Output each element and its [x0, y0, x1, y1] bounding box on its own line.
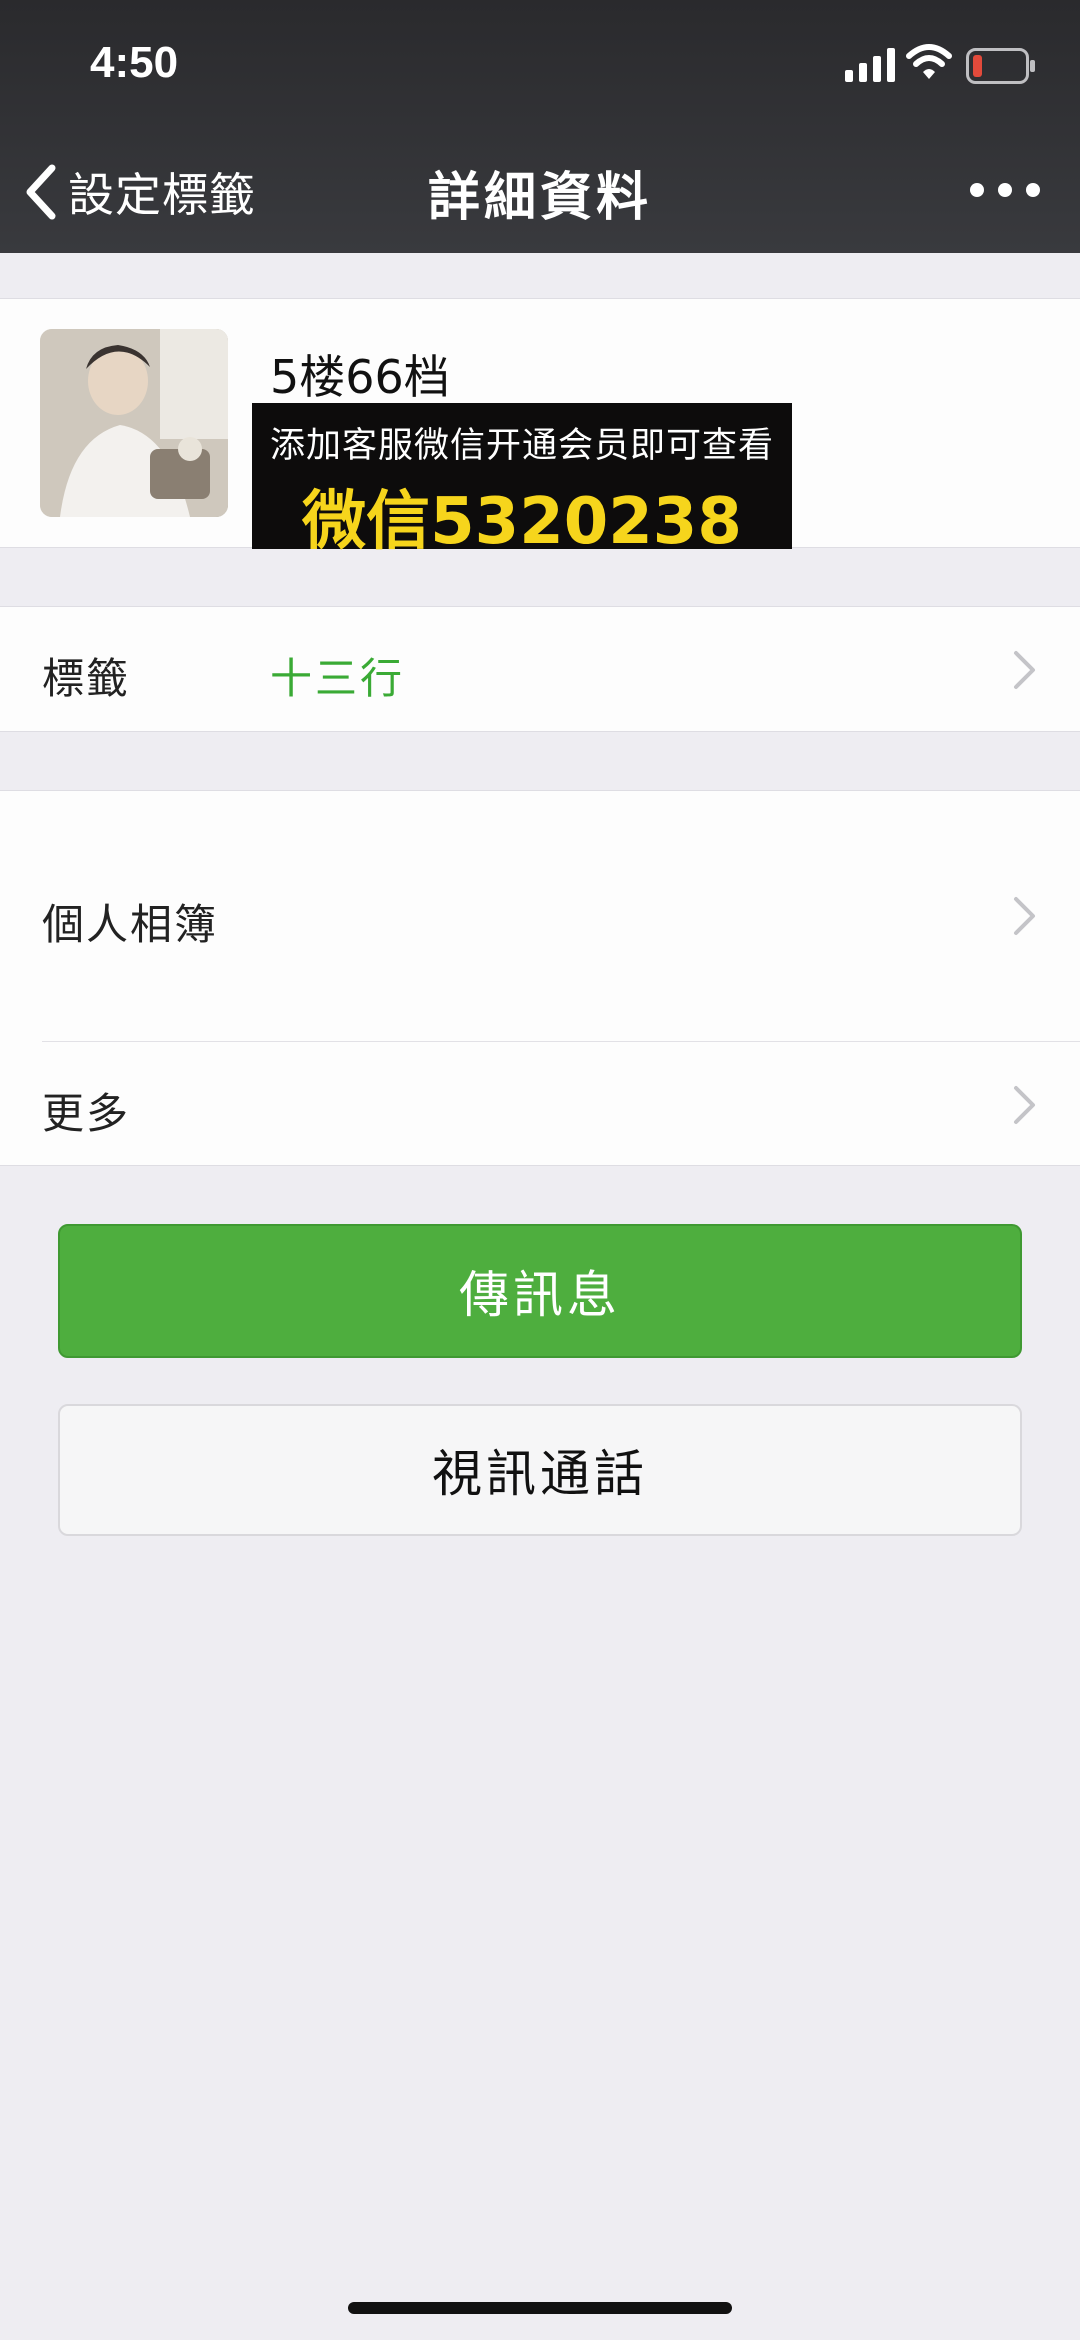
avatar-photo-icon [40, 329, 228, 517]
album-label: 個人相簿 [42, 900, 219, 949]
more-dots-icon [970, 183, 984, 197]
more-dots-icon [1026, 183, 1040, 197]
album-more-card: 個人相簿 更多 [0, 790, 1080, 1166]
more-label: 更多 [42, 1089, 131, 1138]
chevron-right-icon [1014, 651, 1035, 689]
avatar[interactable] [40, 329, 228, 517]
more-row[interactable]: 更多 [0, 1042, 1080, 1165]
chevron-right-icon [1014, 1086, 1035, 1124]
back-label: 設定標籤 [68, 168, 256, 222]
page-title: 詳細資料 [427, 168, 652, 228]
chevron-left-icon [26, 164, 56, 220]
display-name: 5楼66档 [270, 350, 450, 404]
more-dots-icon [998, 183, 1012, 197]
send-message-button[interactable]: 傳訊息 [58, 1224, 1022, 1358]
promo-banner: 添加客服微信开通会员即可查看 微信5320238 [252, 403, 792, 559]
promo-line2: 微信5320238 [302, 485, 742, 559]
more-options-button[interactable] [970, 165, 1040, 215]
tag-value: 十三行 [270, 654, 406, 703]
promo-line1: 添加客服微信开通会员即可查看 [269, 426, 774, 466]
header-bar: 4:50 設定標籤 詳細資料 [0, 0, 1080, 253]
profile-card: 5楼66档 添加客服微信开通会员即可查看 微信5320238 [0, 298, 1080, 559]
video-call-button[interactable]: 視訊通話 [58, 1404, 1022, 1536]
battery-icon [966, 48, 1035, 84]
album-row[interactable]: 個人相簿 [0, 791, 1080, 1041]
signal-icon [845, 48, 895, 82]
tag-card: 標籤 十三行 [0, 606, 1080, 732]
tag-label: 標籤 [42, 654, 131, 703]
back-button[interactable]: 設定標籤 [20, 150, 256, 234]
status-time: 4:50 [90, 38, 179, 87]
chevron-right-icon [1014, 897, 1035, 935]
home-indicator[interactable] [348, 2302, 732, 2314]
wifi-icon [906, 44, 952, 79]
tag-row[interactable]: 標籤 十三行 [0, 607, 1080, 731]
